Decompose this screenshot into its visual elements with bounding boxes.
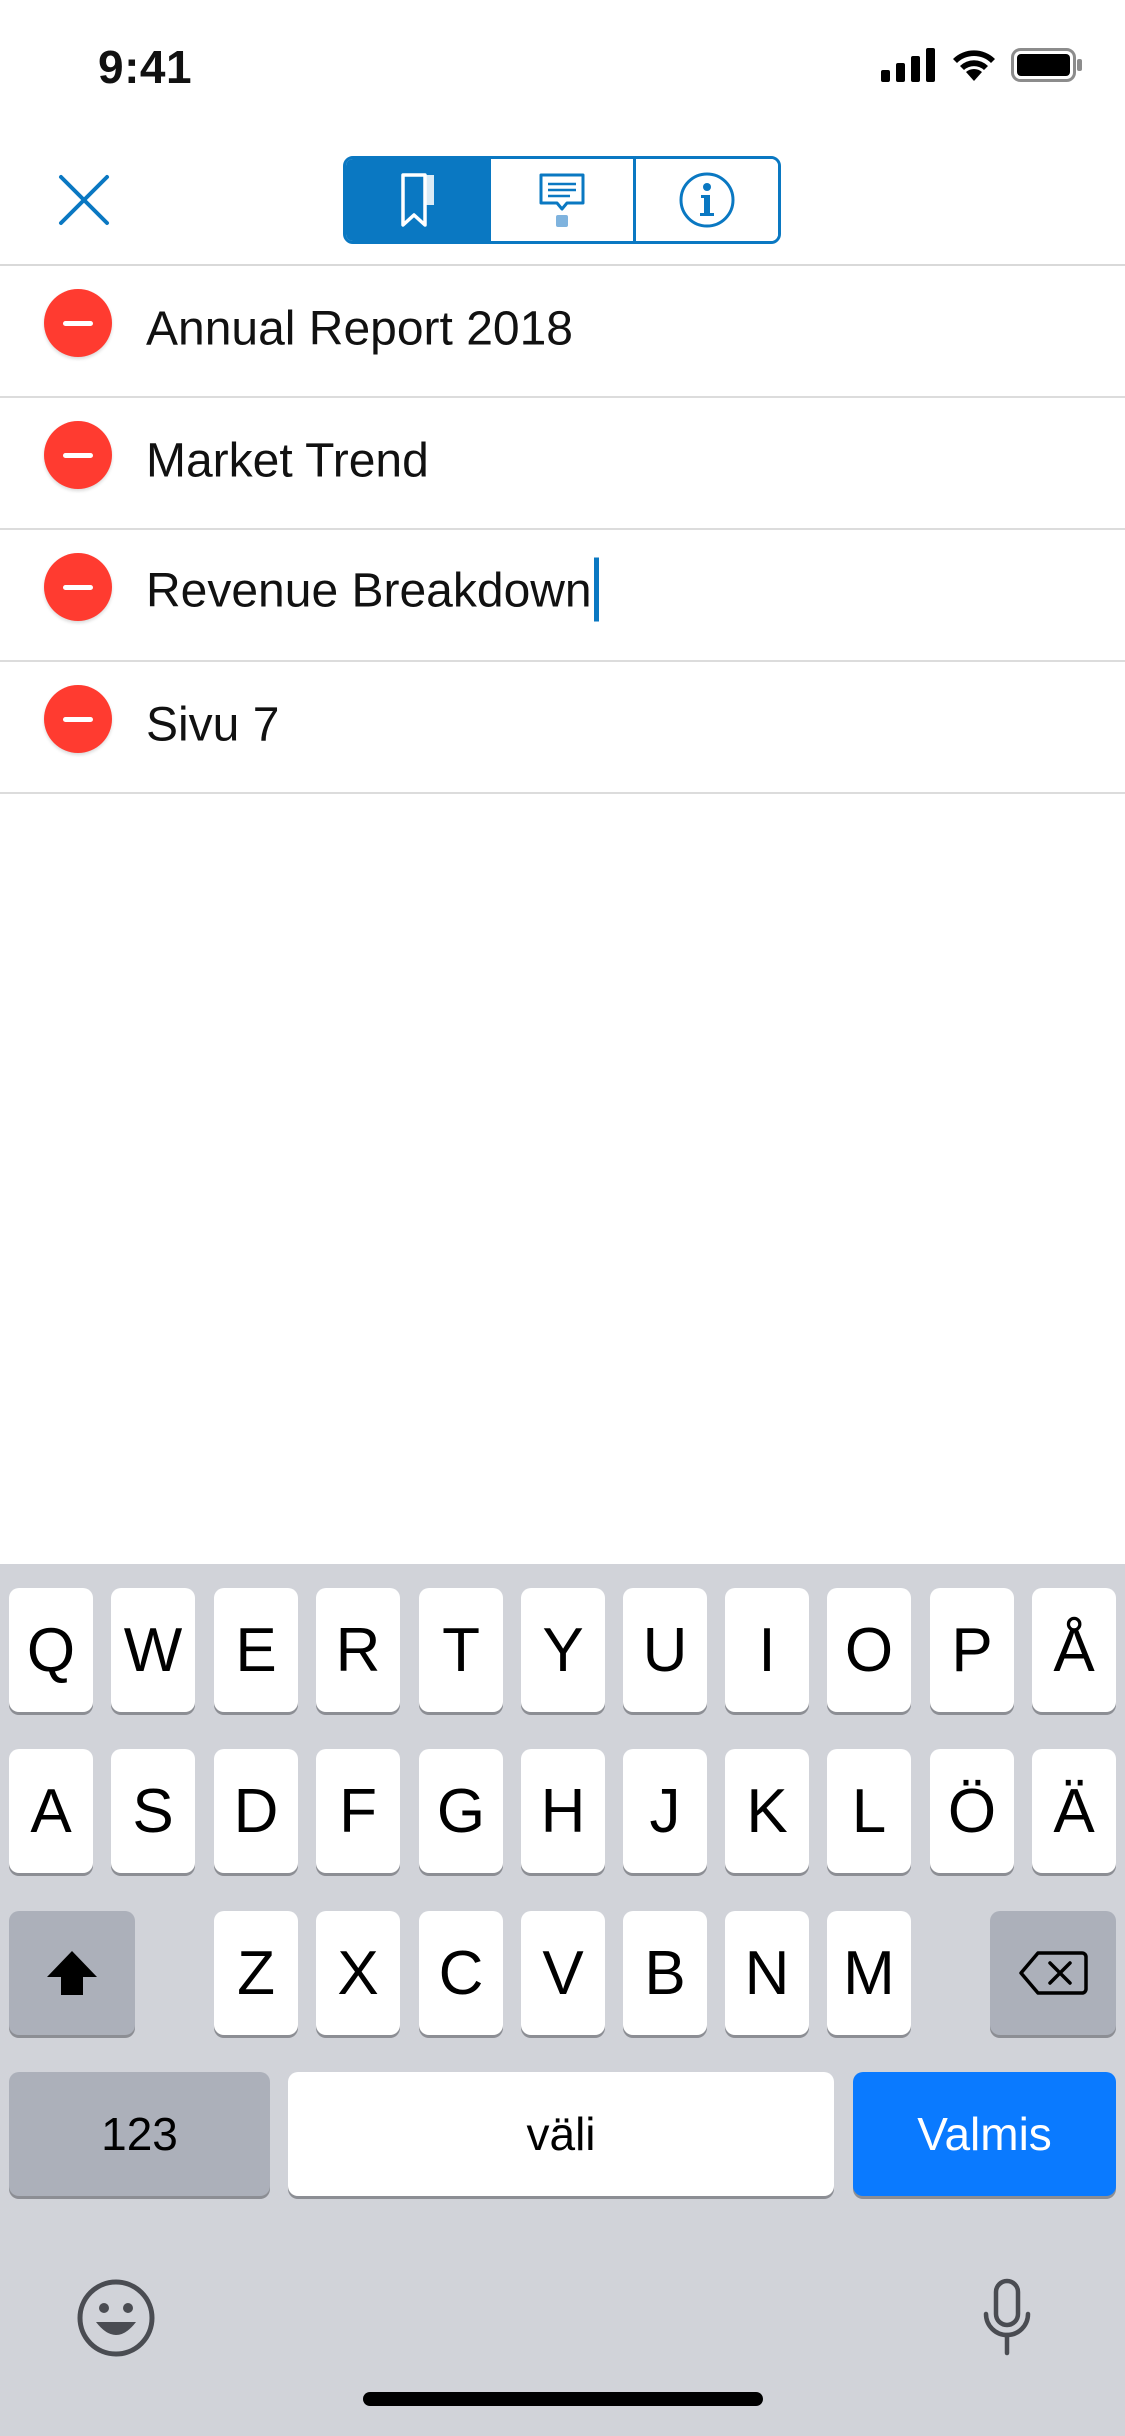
tab-bookmarks[interactable] [346, 159, 491, 241]
key-m[interactable]: M [827, 1911, 911, 2035]
space-key[interactable]: väli [288, 2072, 834, 2196]
home-indicator[interactable] [363, 2392, 763, 2406]
close-button[interactable] [46, 162, 122, 238]
key-y[interactable]: Y [521, 1588, 605, 1712]
keyboard: Q W E R T Y U I O P Å A S D F G H J K L … [0, 1564, 1125, 2436]
wifi-icon [953, 50, 995, 81]
tab-info[interactable] [636, 159, 778, 241]
key-h[interactable]: H [521, 1749, 605, 1873]
backspace-key[interactable] [990, 1911, 1116, 2035]
key-b[interactable]: B [623, 1911, 707, 2035]
text-cursor [593, 557, 599, 622]
key-d[interactable]: D [214, 1749, 298, 1873]
key-l[interactable]: L [827, 1749, 911, 1873]
key-a-umlaut[interactable]: Ä [1032, 1749, 1116, 1873]
key-n[interactable]: N [725, 1911, 809, 2035]
bookmark-list: Annual Report 2018 Market Trend Revenue … [0, 266, 1125, 794]
key-a[interactable]: A [9, 1749, 93, 1873]
battery-icon [1011, 48, 1082, 82]
delete-button[interactable] [44, 289, 112, 358]
key-t[interactable]: T [419, 1588, 503, 1712]
key-c[interactable]: C [419, 1911, 503, 2035]
key-o-umlaut[interactable]: Ö [930, 1749, 1014, 1873]
delete-button[interactable] [44, 685, 112, 754]
key-q[interactable]: Q [9, 1588, 93, 1712]
cellular-signal-icon [881, 48, 935, 82]
shift-key[interactable] [9, 1911, 135, 2035]
backspace-icon [1019, 1951, 1088, 1995]
key-f[interactable]: F [316, 1749, 400, 1873]
view-segmented-control [343, 156, 781, 244]
key-u[interactable]: U [623, 1588, 707, 1712]
key-r[interactable]: R [316, 1588, 400, 1712]
key-s[interactable]: S [111, 1749, 195, 1873]
bookmark-icon [401, 173, 434, 227]
status-bar: 9:41 [0, 0, 1125, 132]
key-w[interactable]: W [111, 1588, 195, 1712]
list-item: Revenue Breakdown [0, 530, 1125, 662]
key-i[interactable]: I [725, 1588, 809, 1712]
list-item: Market Trend [0, 398, 1125, 530]
key-x[interactable]: X [316, 1911, 400, 2035]
key-p[interactable]: P [930, 1588, 1014, 1712]
key-v[interactable]: V [521, 1911, 605, 2035]
delete-button[interactable] [44, 553, 112, 622]
bookmark-title-field[interactable]: Annual Report 2018 [146, 301, 573, 356]
list-item: Annual Report 2018 [0, 266, 1125, 398]
microphone-icon [983, 2278, 1031, 2356]
key-g[interactable]: G [419, 1749, 503, 1873]
bookmark-title-field[interactable]: Sivu 7 [146, 697, 279, 752]
key-e[interactable]: E [214, 1588, 298, 1712]
close-icon [59, 175, 109, 225]
key-j[interactable]: J [623, 1749, 707, 1873]
numbers-key[interactable]: 123 [9, 2072, 270, 2196]
status-icons [881, 48, 1083, 82]
nav-bar [0, 132, 1125, 266]
key-o[interactable]: O [827, 1588, 911, 1712]
key-z[interactable]: Z [214, 1911, 298, 2035]
done-key[interactable]: Valmis [853, 2072, 1116, 2196]
key-k[interactable]: K [725, 1749, 809, 1873]
info-icon [679, 172, 735, 228]
bookmark-title-field[interactable]: Market Trend [146, 433, 429, 488]
emoji-button[interactable] [74, 2276, 158, 2360]
comment-icon [539, 173, 585, 227]
delete-button[interactable] [44, 421, 112, 490]
dictation-button[interactable] [965, 2276, 1049, 2360]
bookmark-title-text: Revenue Breakdown [146, 564, 592, 618]
bookmark-title-field-editing[interactable]: Revenue Breakdown [146, 557, 599, 622]
key-a-ring[interactable]: Å [1032, 1588, 1116, 1712]
tab-comments[interactable] [491, 159, 636, 241]
emoji-icon [77, 2279, 155, 2357]
shift-icon [47, 1951, 97, 1995]
status-time: 9:41 [98, 41, 193, 93]
list-item: Sivu 7 [0, 662, 1125, 794]
